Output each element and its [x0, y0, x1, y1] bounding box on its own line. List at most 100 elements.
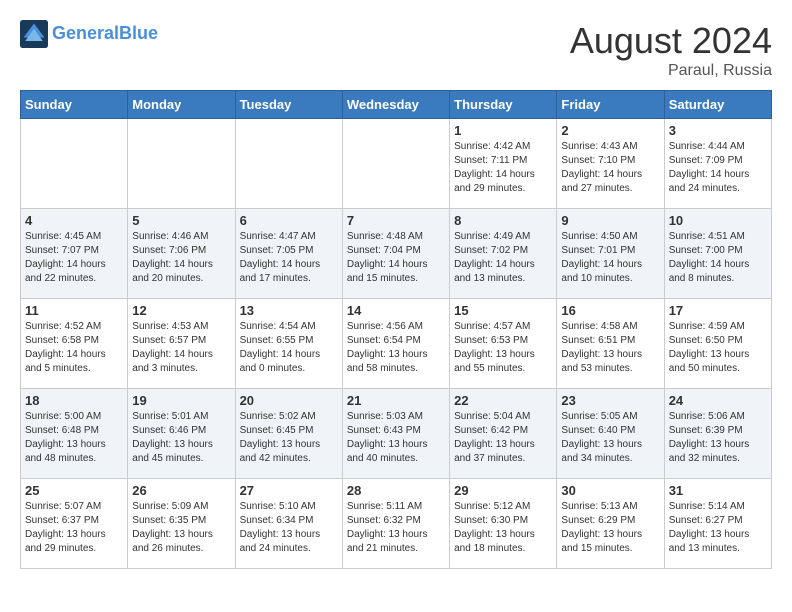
calendar-cell: 12 Sunrise: 4:53 AM Sunset: 6:57 PM Dayli… — [128, 299, 235, 389]
calendar-cell: 2Sunrise: 4:43 AM Sunset: 7:10 PM Daylig… — [557, 119, 664, 209]
day-number: 19 — [132, 393, 230, 408]
cell-content: Sunrise: 4:49 AM Sunset: 7:02 PM Dayligh… — [454, 230, 552, 286]
cell-content: Sunrise: 5:06 AM Sunset: 6:39 PM Dayligh… — [669, 410, 767, 466]
day-number: 28 — [347, 483, 445, 498]
page-header: GeneralBlue August 2024 Paraul, Russia — [20, 20, 772, 80]
calendar-cell — [128, 119, 235, 209]
day-number: 1 — [454, 123, 552, 138]
calendar-cell: 31Sunrise: 5:14 AM Sunset: 6:27 PM Dayli… — [664, 479, 771, 569]
cell-content: Sunrise: 5:02 AM Sunset: 6:45 PM Dayligh… — [240, 410, 338, 466]
logo: GeneralBlue — [20, 20, 158, 48]
day-number: 22 — [454, 393, 552, 408]
cell-content: Sunrise: 4:56 AM Sunset: 6:54 PM Dayligh… — [347, 320, 445, 376]
day-number: 3 — [669, 123, 767, 138]
calendar-week-row: 1 Sunrise: 4:42 AM Sunset: 7:11 PM Daylig… — [21, 119, 772, 209]
cell-content: Sunrise: 5:13 AM Sunset: 6:29 PM Dayligh… — [561, 500, 659, 556]
day-number: 21 — [347, 393, 445, 408]
cell-content: Sunrise: 5:04 AM Sunset: 6:42 PM Dayligh… — [454, 410, 552, 466]
cell-content: Sunrise: 5:10 AM Sunset: 6:34 PM Dayligh… — [240, 500, 338, 556]
calendar-cell: 1 Sunrise: 4:42 AM Sunset: 7:11 PM Daylig… — [450, 119, 557, 209]
weekday-header: Sunday — [21, 91, 128, 119]
month-year: August 2024 — [570, 20, 772, 62]
day-number: 26 — [132, 483, 230, 498]
day-number: 14 — [347, 303, 445, 318]
cell-content: Sunrise: 4:46 AM Sunset: 7:06 PM Dayligh… — [132, 230, 230, 286]
day-number: 6 — [240, 213, 338, 228]
cell-content: Sunrise: 4:53 AM Sunset: 6:57 PM Dayligh… — [132, 320, 230, 376]
day-number: 12 — [132, 303, 230, 318]
logo-icon — [20, 20, 48, 48]
day-number: 13 — [240, 303, 338, 318]
cell-content: Sunrise: 4:44 AM Sunset: 7:09 PM Dayligh… — [669, 140, 767, 196]
calendar-cell: 14 Sunrise: 4:56 AM Sunset: 6:54 PM Dayli… — [342, 299, 449, 389]
location: Paraul, Russia — [570, 62, 772, 80]
calendar-cell — [342, 119, 449, 209]
day-number: 11 — [25, 303, 123, 318]
day-number: 27 — [240, 483, 338, 498]
cell-content: Sunrise: 4:50 AM Sunset: 7:01 PM Dayligh… — [561, 230, 659, 286]
day-number: 7 — [347, 213, 445, 228]
calendar-cell: 21 Sunrise: 5:03 AM Sunset: 6:43 PM Dayli… — [342, 389, 449, 479]
cell-content: Sunrise: 5:07 AM Sunset: 6:37 PM Dayligh… — [25, 500, 123, 556]
calendar-cell: 9 Sunrise: 4:50 AM Sunset: 7:01 PM Daylig… — [557, 209, 664, 299]
calendar-cell: 3 Sunrise: 4:44 AM Sunset: 7:09 PM Daylig… — [664, 119, 771, 209]
day-number: 29 — [454, 483, 552, 498]
calendar-week-row: 11 Sunrise: 4:52 AM Sunset: 6:58 PM Dayli… — [21, 299, 772, 389]
day-number: 4 — [25, 213, 123, 228]
weekday-header: Saturday — [664, 91, 771, 119]
weekday-header: Friday — [557, 91, 664, 119]
calendar-cell: 25 Sunrise: 5:07 AM Sunset: 6:37 PM Dayli… — [21, 479, 128, 569]
calendar-cell: 27 Sunrise: 5:10 AM Sunset: 6:34 PM Dayli… — [235, 479, 342, 569]
calendar-week-row: 4Sunrise: 4:45 AM Sunset: 7:07 PM Daylig… — [21, 209, 772, 299]
logo-line2: Blue — [119, 23, 158, 43]
cell-content: Sunrise: 4:52 AM Sunset: 6:58 PM Dayligh… — [25, 320, 123, 376]
weekday-header: Monday — [128, 91, 235, 119]
cell-content: Sunrise: 5:14 AM Sunset: 6:27 PM Dayligh… — [669, 500, 767, 556]
calendar-cell: 7 Sunrise: 4:48 AM Sunset: 7:04 PM Daylig… — [342, 209, 449, 299]
calendar-cell: 4Sunrise: 4:45 AM Sunset: 7:07 PM Daylig… — [21, 209, 128, 299]
calendar-cell: 23 Sunrise: 5:05 AM Sunset: 6:40 PM Dayli… — [557, 389, 664, 479]
calendar-cell: 13Sunrise: 4:54 AM Sunset: 6:55 PM Dayli… — [235, 299, 342, 389]
cell-content: Sunrise: 4:42 AM Sunset: 7:11 PM Dayligh… — [454, 140, 552, 196]
calendar-cell: 17 Sunrise: 4:59 AM Sunset: 6:50 PM Dayli… — [664, 299, 771, 389]
cell-content: Sunrise: 5:03 AM Sunset: 6:43 PM Dayligh… — [347, 410, 445, 466]
day-number: 8 — [454, 213, 552, 228]
calendar-week-row: 18Sunrise: 5:00 AM Sunset: 6:48 PM Dayli… — [21, 389, 772, 479]
calendar-cell: 16Sunrise: 4:58 AM Sunset: 6:51 PM Dayli… — [557, 299, 664, 389]
day-number: 30 — [561, 483, 659, 498]
day-number: 16 — [561, 303, 659, 318]
calendar-cell: 29 Sunrise: 5:12 AM Sunset: 6:30 PM Dayli… — [450, 479, 557, 569]
cell-content: Sunrise: 5:09 AM Sunset: 6:35 PM Dayligh… — [132, 500, 230, 556]
weekday-header-row: SundayMondayTuesdayWednesdayThursdayFrid… — [21, 91, 772, 119]
weekday-header: Thursday — [450, 91, 557, 119]
calendar-cell: 28Sunrise: 5:11 AM Sunset: 6:32 PM Dayli… — [342, 479, 449, 569]
calendar-cell: 30 Sunrise: 5:13 AM Sunset: 6:29 PM Dayli… — [557, 479, 664, 569]
calendar-cell: 24 Sunrise: 5:06 AM Sunset: 6:39 PM Dayli… — [664, 389, 771, 479]
weekday-header: Wednesday — [342, 91, 449, 119]
calendar-cell: 26 Sunrise: 5:09 AM Sunset: 6:35 PM Dayli… — [128, 479, 235, 569]
day-number: 10 — [669, 213, 767, 228]
calendar-cell: 18Sunrise: 5:00 AM Sunset: 6:48 PM Dayli… — [21, 389, 128, 479]
cell-content: Sunrise: 5:05 AM Sunset: 6:40 PM Dayligh… — [561, 410, 659, 466]
calendar-week-row: 25 Sunrise: 5:07 AM Sunset: 6:37 PM Dayli… — [21, 479, 772, 569]
cell-content: Sunrise: 4:59 AM Sunset: 6:50 PM Dayligh… — [669, 320, 767, 376]
day-number: 25 — [25, 483, 123, 498]
weekday-header: Tuesday — [235, 91, 342, 119]
calendar-cell: 10 Sunrise: 4:51 AM Sunset: 7:00 PM Dayli… — [664, 209, 771, 299]
cell-content: Sunrise: 4:57 AM Sunset: 6:53 PM Dayligh… — [454, 320, 552, 376]
day-number: 15 — [454, 303, 552, 318]
day-number: 23 — [561, 393, 659, 408]
calendar-cell: 22 Sunrise: 5:04 AM Sunset: 6:42 PM Dayli… — [450, 389, 557, 479]
day-number: 17 — [669, 303, 767, 318]
logo-line1: General — [52, 23, 119, 43]
day-number: 9 — [561, 213, 659, 228]
calendar-table: SundayMondayTuesdayWednesdayThursdayFrid… — [20, 90, 772, 569]
cell-content: Sunrise: 4:48 AM Sunset: 7:04 PM Dayligh… — [347, 230, 445, 286]
calendar-cell: 5Sunrise: 4:46 AM Sunset: 7:06 PM Daylig… — [128, 209, 235, 299]
cell-content: Sunrise: 4:51 AM Sunset: 7:00 PM Dayligh… — [669, 230, 767, 286]
calendar-cell: 19Sunrise: 5:01 AM Sunset: 6:46 PM Dayli… — [128, 389, 235, 479]
cell-content: Sunrise: 4:43 AM Sunset: 7:10 PM Dayligh… — [561, 140, 659, 196]
cell-content: Sunrise: 5:12 AM Sunset: 6:30 PM Dayligh… — [454, 500, 552, 556]
calendar-cell: 11 Sunrise: 4:52 AM Sunset: 6:58 PM Dayli… — [21, 299, 128, 389]
day-number: 24 — [669, 393, 767, 408]
